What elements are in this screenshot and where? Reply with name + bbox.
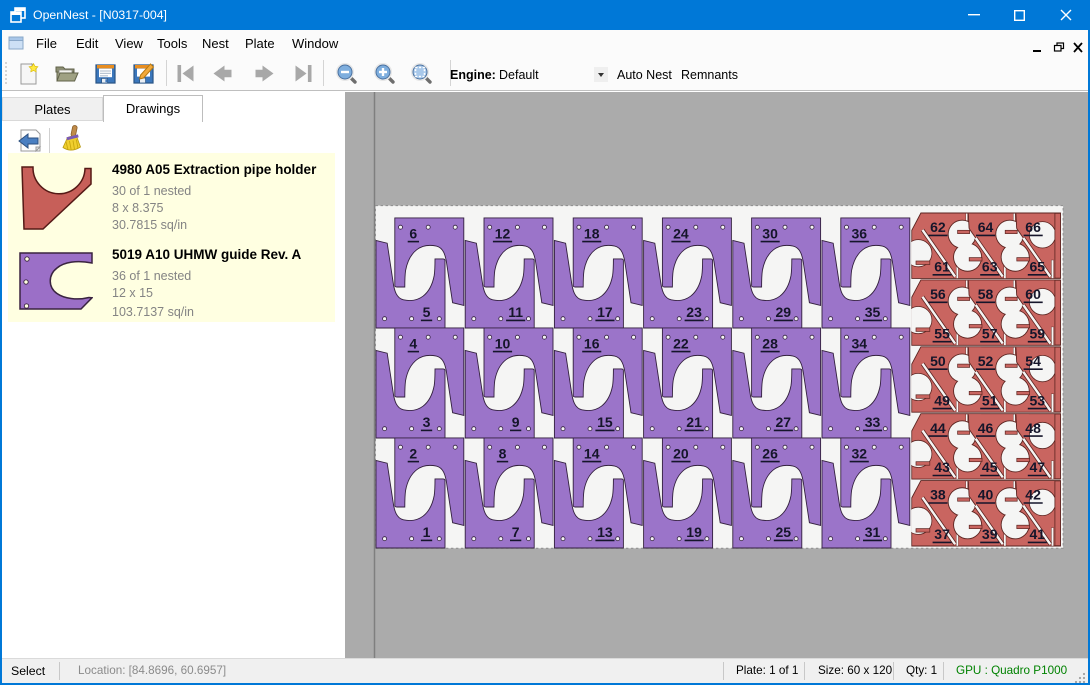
svg-text:35: 35 <box>865 304 881 320</box>
svg-text:1: 1 <box>423 524 431 540</box>
svg-text:52: 52 <box>978 353 994 369</box>
svg-text:48: 48 <box>1025 420 1041 436</box>
svg-text:12: 12 <box>495 225 511 241</box>
svg-text:19: 19 <box>686 524 702 540</box>
svg-text:55: 55 <box>934 325 950 341</box>
svg-text:31: 31 <box>865 524 881 540</box>
svg-text:43: 43 <box>934 459 950 475</box>
svg-text:27: 27 <box>776 414 792 430</box>
svg-text:9: 9 <box>512 414 520 430</box>
svg-text:59: 59 <box>1030 325 1046 341</box>
svg-text:6: 6 <box>409 225 417 241</box>
svg-text:21: 21 <box>686 414 702 430</box>
svg-text:30: 30 <box>762 225 778 241</box>
svg-text:18: 18 <box>584 225 600 241</box>
svg-text:32: 32 <box>852 445 868 461</box>
svg-text:39: 39 <box>982 526 998 542</box>
svg-text:29: 29 <box>776 304 792 320</box>
svg-text:37: 37 <box>934 526 950 542</box>
svg-text:26: 26 <box>762 445 778 461</box>
svg-text:24: 24 <box>673 225 689 241</box>
svg-text:11: 11 <box>508 304 523 320</box>
svg-text:49: 49 <box>934 392 950 408</box>
svg-text:5: 5 <box>423 304 431 320</box>
svg-text:45: 45 <box>982 459 998 475</box>
svg-text:17: 17 <box>597 304 613 320</box>
svg-text:51: 51 <box>982 392 998 408</box>
svg-text:54: 54 <box>1025 353 1041 369</box>
svg-text:16: 16 <box>584 335 600 351</box>
svg-text:3: 3 <box>423 414 431 430</box>
svg-text:8: 8 <box>499 445 507 461</box>
svg-text:13: 13 <box>597 524 613 540</box>
svg-text:28: 28 <box>762 335 778 351</box>
svg-text:42: 42 <box>1025 487 1041 503</box>
svg-text:7: 7 <box>512 524 520 540</box>
svg-text:23: 23 <box>686 304 702 320</box>
svg-text:14: 14 <box>584 445 600 461</box>
svg-text:61: 61 <box>934 259 950 275</box>
svg-text:53: 53 <box>1030 392 1046 408</box>
svg-text:63: 63 <box>982 259 998 275</box>
svg-text:33: 33 <box>865 414 881 430</box>
svg-text:64: 64 <box>978 219 994 235</box>
svg-text:62: 62 <box>930 219 946 235</box>
svg-text:58: 58 <box>978 286 994 302</box>
svg-text:2: 2 <box>409 445 417 461</box>
svg-text:60: 60 <box>1025 286 1041 302</box>
svg-text:34: 34 <box>852 335 868 351</box>
svg-text:57: 57 <box>982 325 998 341</box>
svg-text:46: 46 <box>978 420 994 436</box>
svg-text:20: 20 <box>673 445 689 461</box>
svg-text:38: 38 <box>930 487 946 503</box>
svg-text:50: 50 <box>930 353 946 369</box>
svg-text:36: 36 <box>852 225 868 241</box>
svg-text:22: 22 <box>673 335 689 351</box>
svg-text:66: 66 <box>1025 219 1041 235</box>
svg-text:41: 41 <box>1030 526 1046 542</box>
svg-text:4: 4 <box>409 335 417 351</box>
svg-text:47: 47 <box>1030 459 1046 475</box>
svg-text:40: 40 <box>978 487 994 503</box>
svg-text:25: 25 <box>776 524 792 540</box>
svg-text:15: 15 <box>597 414 613 430</box>
svg-text:56: 56 <box>930 286 946 302</box>
svg-text:65: 65 <box>1030 259 1046 275</box>
svg-text:10: 10 <box>495 335 511 351</box>
svg-text:44: 44 <box>930 420 946 436</box>
